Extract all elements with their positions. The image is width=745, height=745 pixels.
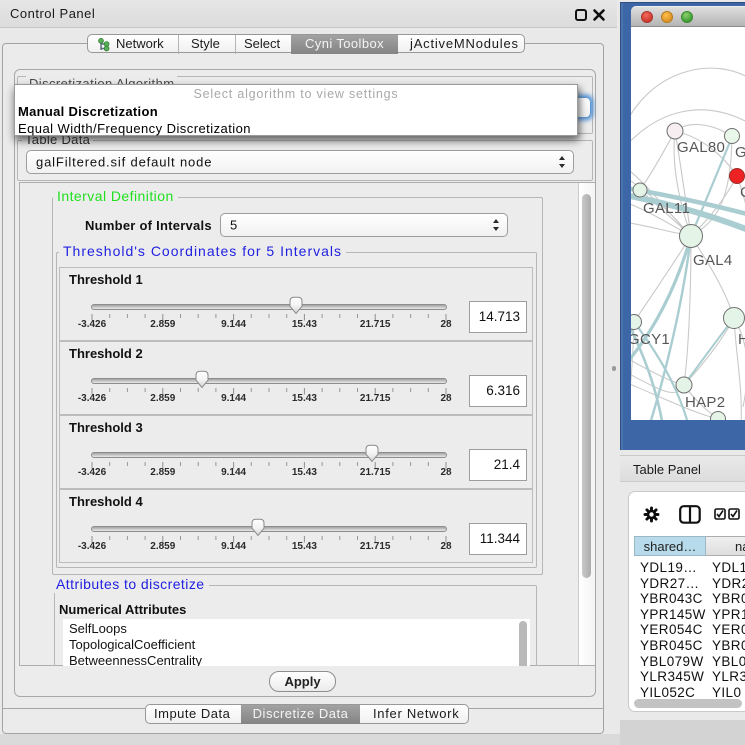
svg-text:GAL4: GAL4	[693, 252, 733, 269]
svg-text:GAL11: GAL11	[643, 200, 690, 217]
svg-text:G: G	[735, 144, 745, 161]
svg-text:H: H	[738, 331, 745, 348]
svg-text:GAL80: GAL80	[677, 139, 725, 156]
svg-text:HAP2: HAP2	[685, 394, 725, 411]
svg-text:C: C	[740, 184, 745, 201]
svg-text:GCY1: GCY1	[631, 331, 670, 348]
